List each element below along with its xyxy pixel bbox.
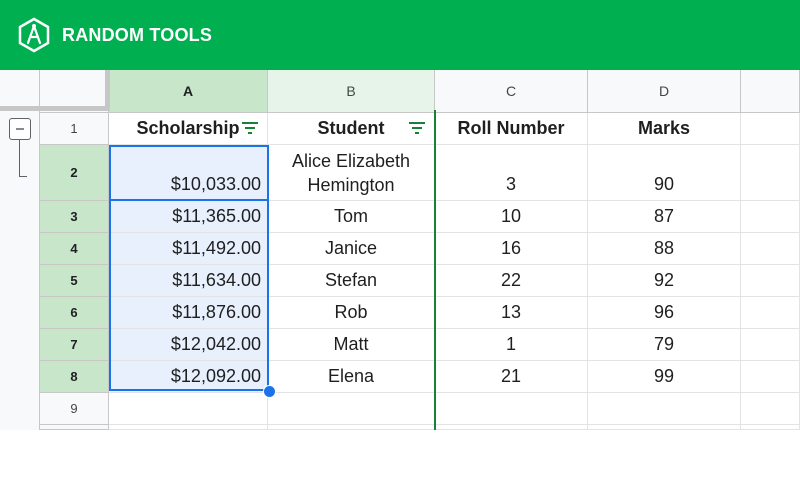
scholarship-cell[interactable]: $11,492.00 <box>109 233 268 265</box>
roll-number-cell[interactable]: 16 <box>435 233 588 265</box>
empty-cell[interactable] <box>268 425 435 430</box>
random-tools-logo-icon <box>18 17 50 53</box>
empty-cell[interactable] <box>741 425 800 430</box>
scholarship-cell[interactable]: $12,092.00 <box>109 361 268 393</box>
brand-name: RANDOM TOOLS <box>62 24 213 45</box>
header-cell-roll[interactable]: Roll Number <box>435 113 588 145</box>
row-header[interactable]: 8 <box>40 361 109 393</box>
roll-number-cell[interactable]: 13 <box>435 297 588 329</box>
column-header[interactable]: A <box>109 70 268 113</box>
student-cell[interactable]: Stefan <box>268 265 435 297</box>
empty-cell[interactable] <box>435 425 588 430</box>
frozen-row-divider[interactable] <box>0 106 110 111</box>
row-header[interactable]: 2 <box>40 145 109 201</box>
empty-cell[interactable] <box>268 393 435 425</box>
marks-cell[interactable]: 79 <box>588 329 741 361</box>
roll-number-cell[interactable]: 22 <box>435 265 588 297</box>
row-header[interactable]: 3 <box>40 201 109 233</box>
empty-cell[interactable] <box>109 425 268 430</box>
marks-cell[interactable]: 90 <box>588 145 741 201</box>
empty-cell[interactable] <box>741 329 800 361</box>
top-banner: RANDOM TOOLS <box>0 0 800 70</box>
student-cell[interactable]: Matt <box>268 329 435 361</box>
header-label: Scholarship <box>136 118 240 138</box>
header-label: Student <box>317 118 385 138</box>
student-cell[interactable]: Janice <box>268 233 435 265</box>
marks-cell[interactable]: 88 <box>588 233 741 265</box>
column-header[interactable]: D <box>588 70 741 113</box>
row-header[interactable]: 1 <box>40 113 109 145</box>
empty-cell[interactable] <box>435 393 588 425</box>
empty-cell[interactable] <box>588 425 741 430</box>
scholarship-cell[interactable]: $11,365.00 <box>109 201 268 233</box>
row-header[interactable] <box>40 425 109 430</box>
column-header[interactable]: C <box>435 70 588 113</box>
header-label: Marks <box>637 118 691 138</box>
row-header[interactable]: 6 <box>40 297 109 329</box>
fill-handle[interactable] <box>263 385 276 398</box>
empty-cell[interactable] <box>588 393 741 425</box>
roll-number-cell[interactable]: 10 <box>435 201 588 233</box>
header-cell-student[interactable]: Student <box>268 113 435 145</box>
scholarship-cell[interactable]: $10,033.00 <box>109 145 268 201</box>
column-header[interactable] <box>741 70 800 113</box>
roll-number-cell[interactable]: 1 <box>435 329 588 361</box>
roll-number-cell[interactable]: 3 <box>435 145 588 201</box>
marks-cell[interactable]: 96 <box>588 297 741 329</box>
student-cell[interactable]: Tom <box>268 201 435 233</box>
row-header[interactable]: 7 <box>40 329 109 361</box>
brand: RANDOM TOOLS <box>16 17 212 53</box>
empty-cell[interactable] <box>741 297 800 329</box>
row-header[interactable]: 5 <box>40 265 109 297</box>
filter-icon[interactable] <box>408 121 426 135</box>
header-cell-marks[interactable]: Marks <box>588 113 741 145</box>
student-cell[interactable]: Rob <box>268 297 435 329</box>
empty-cell[interactable] <box>741 113 800 145</box>
empty-cell[interactable] <box>109 393 268 425</box>
filter-range-border <box>434 110 436 430</box>
frozen-column-divider[interactable] <box>105 70 110 110</box>
empty-cell[interactable] <box>741 265 800 297</box>
filter-icon[interactable] <box>241 121 259 135</box>
row-header[interactable]: 4 <box>40 233 109 265</box>
empty-cell[interactable] <box>741 361 800 393</box>
empty-cell[interactable] <box>741 145 800 201</box>
column-header[interactable]: B <box>268 70 435 113</box>
scholarship-cell[interactable]: $11,634.00 <box>109 265 268 297</box>
row-header[interactable]: 9 <box>40 393 109 425</box>
marks-cell[interactable]: 99 <box>588 361 741 393</box>
spreadsheet: A B C D 1 2 3 4 5 6 7 8 9 Scholarship Student Roll Numb… <box>0 70 800 430</box>
empty-cell[interactable] <box>741 393 800 425</box>
roll-number-cell[interactable]: 21 <box>435 361 588 393</box>
marks-cell[interactable]: 87 <box>588 201 741 233</box>
empty-cell[interactable] <box>741 201 800 233</box>
student-cell[interactable]: Elena <box>268 361 435 393</box>
empty-cell[interactable] <box>741 233 800 265</box>
scholarship-cell[interactable]: $11,876.00 <box>109 297 268 329</box>
header-cell-scholarship[interactable]: Scholarship <box>109 113 268 145</box>
cell-grid: A B C D 1 2 3 4 5 6 7 8 9 Scholarship Student Roll Numb… <box>0 70 800 430</box>
marks-cell[interactable]: 92 <box>588 265 741 297</box>
student-cell[interactable]: Alice Elizabeth Hemington <box>268 145 435 201</box>
header-label: Roll Number <box>457 118 565 138</box>
scholarship-cell[interactable]: $12,042.00 <box>109 329 268 361</box>
